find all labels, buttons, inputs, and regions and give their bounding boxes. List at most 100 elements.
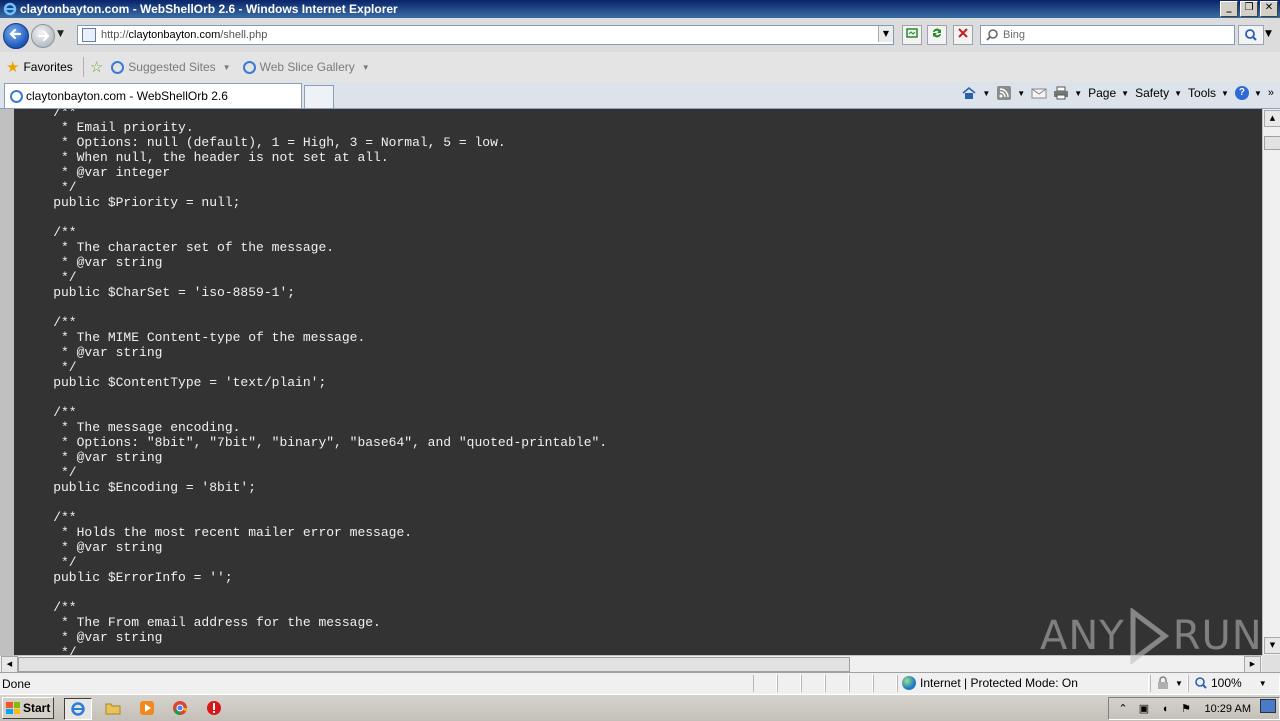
chevron-down-icon: ▼ [222, 62, 231, 72]
address-toolbar: ▼ http://claytonbayton.com/shell.php ▼ B… [0, 18, 1280, 52]
security-zone[interactable]: Internet | Protected Mode: On [902, 676, 1078, 690]
folder-icon [105, 703, 121, 715]
arrow-left-icon [9, 28, 22, 40]
close-button[interactable]: ✕ [1260, 1, 1278, 17]
ie-page-icon [111, 60, 125, 74]
taskbar-media-player[interactable] [134, 698, 160, 718]
zoom-level-button[interactable]: 100% ▼ [1194, 676, 1267, 690]
url-host: claytonbayton.com [128, 29, 221, 41]
status-text: Done [2, 677, 31, 691]
window-title: claytonbayton.com - WebShellOrb 2.6 - Wi… [20, 2, 398, 16]
status-cell [873, 675, 897, 692]
stop-sign-icon [207, 701, 221, 715]
status-cell [849, 675, 873, 692]
minimize-button[interactable]: _ [1220, 1, 1238, 17]
taskbar-security-app[interactable] [201, 698, 227, 718]
search-options-dropdown-icon[interactable]: ▼ [1265, 29, 1272, 39]
refresh-button[interactable] [927, 25, 947, 45]
rss-feed-icon [997, 86, 1012, 100]
chevron-down-icon: ▼ [1253, 88, 1262, 98]
title-bar: claytonbayton.com - WebShellOrb 2.6 - Wi… [0, 0, 1280, 18]
taskbar-internet-explorer[interactable] [64, 698, 92, 720]
action-center-flag-icon[interactable]: ⚑ [1179, 702, 1193, 716]
code-view: /** * Email priority. * Options: null (d… [14, 109, 1262, 655]
add-to-favorites-bar-button[interactable]: ☆ [90, 60, 103, 75]
taskbar: Start ⌃ ▣ ◖ ⚑ 10:29 AM [0, 694, 1280, 721]
page-menu-button[interactable]: Page ▼ [1088, 86, 1129, 100]
favorites-button[interactable]: ★ Favorites [6, 60, 73, 75]
safety-menu-label: Safety [1135, 86, 1170, 100]
scroll-left-arrow-icon[interactable]: ◀ [1, 656, 18, 673]
watermark-right: RUN [1172, 613, 1263, 659]
stop-icon [958, 28, 968, 38]
new-tab-button[interactable] [304, 85, 334, 108]
read-mail-button[interactable] [1031, 86, 1047, 100]
search-button[interactable] [1238, 25, 1264, 45]
web-slice-gallery-link[interactable]: Web Slice Gallery ▼ [242, 60, 370, 74]
taskbar-chrome[interactable] [167, 698, 193, 718]
show-desktop-button[interactable] [1260, 699, 1276, 713]
arrow-right-icon [37, 30, 50, 42]
suggested-sites-label: Suggested Sites [128, 60, 216, 74]
status-cell [753, 675, 777, 692]
scroll-down-arrow-icon[interactable]: ▼ [1264, 637, 1280, 654]
chevron-down-icon: ▼ [1074, 88, 1083, 98]
status-cell [825, 675, 849, 692]
zoom-level: 100% [1211, 676, 1242, 690]
home-button[interactable]: ▼ [961, 86, 990, 100]
restore-button[interactable]: ❐ [1240, 1, 1258, 17]
address-bar[interactable]: http://claytonbayton.com/shell.php ▼ [77, 25, 894, 45]
volume-icon[interactable]: ◖ [1158, 702, 1172, 716]
compatibility-view-button[interactable] [902, 25, 922, 45]
ie-page-icon [10, 89, 23, 103]
network-icon[interactable]: ▣ [1137, 702, 1151, 716]
scrollbar-corner [1262, 655, 1280, 672]
status-cell [777, 675, 801, 692]
chevron-down-icon: ▼ [1175, 678, 1183, 688]
chrome-icon [173, 701, 187, 715]
anyrun-watermark: ANY RUN [1040, 608, 1263, 664]
recent-pages-dropdown-icon[interactable]: ▼ [57, 29, 64, 39]
favorites-label: Favorites [23, 60, 73, 74]
command-bar: ▼ ▼ ▼ Page ▼ Safety ▼ Tools ▼ ? ▼ » [961, 86, 1274, 100]
lock-icon [1158, 676, 1168, 689]
compatibility-icon [906, 28, 918, 38]
search-provider-icon [986, 29, 998, 41]
add-ons-button[interactable]: ▼ [1156, 676, 1183, 690]
scroll-up-arrow-icon[interactable]: ▲ [1264, 110, 1280, 127]
url-prefix: http:// [101, 29, 129, 41]
more-commands-button[interactable]: » [1268, 87, 1274, 99]
stop-button[interactable] [953, 25, 973, 45]
chevron-down-icon: ▼ [1121, 88, 1130, 98]
tools-menu-button[interactable]: Tools ▼ [1188, 86, 1229, 100]
horizontal-scroll-thumb[interactable] [18, 657, 850, 672]
vertical-scrollbar[interactable]: ▲ ▼ [1262, 109, 1280, 655]
feeds-button[interactable]: ▼ [996, 86, 1025, 100]
internet-explorer-icon [3, 2, 17, 16]
page-icon [82, 28, 96, 42]
php-source-code: /** * Email priority. * Options: null (d… [53, 109, 608, 655]
vertical-scroll-thumb[interactable] [1264, 136, 1280, 150]
clock[interactable]: 10:29 AM [1205, 703, 1251, 715]
zoom-magnifier-icon [1195, 677, 1207, 689]
address-url[interactable]: http://claytonbayton.com/shell.php [101, 29, 267, 41]
chevron-double-right-icon: » [1267, 87, 1274, 99]
show-hidden-icons-icon[interactable]: ⌃ [1116, 702, 1130, 716]
safety-menu-button[interactable]: Safety ▼ [1135, 86, 1182, 100]
help-menu-button[interactable]: ? ▼ [1234, 86, 1262, 100]
help-icon: ? [1234, 86, 1249, 100]
play-logo-icon [1130, 608, 1169, 664]
print-button[interactable]: ▼ [1053, 86, 1082, 100]
web-slice-gallery-label: Web Slice Gallery [259, 60, 355, 74]
address-dropdown-icon[interactable]: ▼ [878, 26, 893, 42]
taskbar-file-explorer[interactable] [100, 698, 126, 718]
start-button[interactable]: Start [2, 697, 54, 719]
tab-current[interactable]: claytonbayton.com - WebShellOrb 2.6 [4, 83, 302, 108]
forward-button[interactable] [31, 24, 55, 48]
watermark-left: ANY [1040, 613, 1125, 659]
favorites-star-icon: ★ [6, 58, 20, 76]
suggested-sites-link[interactable]: Suggested Sites ▼ [111, 60, 231, 74]
search-input[interactable]: Bing [980, 25, 1235, 45]
back-button[interactable] [3, 23, 29, 49]
page-menu-label: Page [1088, 86, 1117, 100]
